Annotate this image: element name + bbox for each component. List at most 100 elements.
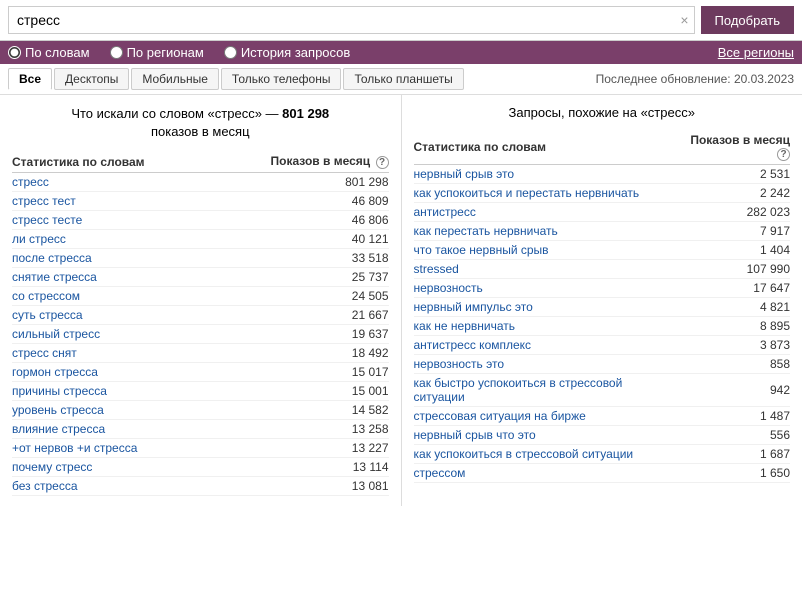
keyword-link[interactable]: гормон стресса (12, 365, 98, 379)
shows-cell: 17 647 (673, 279, 790, 298)
nav-regions[interactable]: Все регионы (718, 45, 794, 60)
keyword-cell: стресс тесте (12, 210, 211, 229)
keyword-cell: как успокоиться и перестать нервничать (414, 184, 674, 203)
shows-cell: 13 227 (211, 438, 388, 457)
keyword-link[interactable]: как успокоиться и перестать нервничать (414, 186, 640, 200)
shows-cell: 858 (673, 355, 790, 374)
search-bar: × Подобрать (0, 0, 802, 41)
keyword-cell: антистресс комплекс (414, 336, 674, 355)
table-row: нервный срыв что это 556 (414, 426, 791, 445)
keyword-link[interactable]: нервный срыв это (414, 167, 515, 181)
keyword-link[interactable]: стресс тест (12, 194, 76, 208)
table-row: что такое нервный срыв 1 404 (414, 241, 791, 260)
update-date: Последнее обновление: 20.03.2023 (596, 72, 794, 86)
keyword-cell: почему стресс (12, 457, 211, 476)
keyword-link[interactable]: нервный срыв что это (414, 428, 536, 442)
filter-row: Все Десктопы Мобильные Только телефоны Т… (0, 64, 802, 95)
shows-cell: 24 505 (211, 286, 388, 305)
left-help-icon[interactable]: ? (376, 156, 389, 169)
right-col-keyword: Статистика по словам (414, 130, 674, 165)
left-panel-title: Что искали со словом «стресс» — 801 298 … (12, 105, 389, 141)
nav-history[interactable]: История запросов (224, 45, 351, 60)
right-help-icon[interactable]: ? (777, 148, 790, 161)
shows-cell: 21 667 (211, 305, 388, 324)
keyword-link[interactable]: причины стресса (12, 384, 107, 398)
table-row: почему стресс13 114 (12, 457, 389, 476)
right-panel-title: Запросы, похожие на «стресс» (414, 105, 791, 120)
shows-cell: 19 637 (211, 324, 388, 343)
left-title-prefix: Что искали со словом «стресс» — (71, 106, 278, 121)
table-row: нервозность 17 647 (414, 279, 791, 298)
table-row: стресс снят 18 492 (12, 343, 389, 362)
keyword-link[interactable]: нервозность (414, 281, 483, 295)
keyword-link[interactable]: как перестать нервничать (414, 224, 558, 238)
nav-by-regions[interactable]: По регионам (110, 45, 204, 60)
keyword-link[interactable]: сильный стресс (12, 327, 100, 341)
shows-cell: 556 (673, 426, 790, 445)
keyword-link[interactable]: как успокоиться в стрессовой ситуации (414, 447, 634, 461)
keyword-cell: ли стресс (12, 229, 211, 248)
left-col-shows: Показов в месяц ? (211, 151, 388, 172)
shows-cell: 18 492 (211, 343, 388, 362)
shows-cell: 1 404 (673, 241, 790, 260)
keyword-link[interactable]: влияние стресса (12, 422, 105, 436)
table-row: нервозность это 858 (414, 355, 791, 374)
keyword-link[interactable]: нервозность это (414, 357, 505, 371)
clear-icon[interactable]: × (680, 12, 688, 28)
keyword-link[interactable]: stressed (414, 262, 459, 276)
keyword-link[interactable]: без стресса (12, 479, 78, 493)
keyword-link[interactable]: антистресс комплекс (414, 338, 532, 352)
table-row: как не нервничать8 895 (414, 317, 791, 336)
keyword-cell: нервный импульс это (414, 298, 674, 317)
tab-mobile[interactable]: Мобильные (131, 68, 219, 90)
shows-cell: 13 081 (211, 476, 388, 495)
table-row: суть стресса 21 667 (12, 305, 389, 324)
left-title-suffix: показов в месяц (151, 124, 250, 139)
right-panel: Запросы, похожие на «стресс» Статистика … (402, 95, 802, 506)
keyword-link[interactable]: нервный импульс это (414, 300, 533, 314)
keyword-link[interactable]: после стресса (12, 251, 92, 265)
shows-cell: 2 531 (673, 165, 790, 184)
keyword-link[interactable]: стресс (12, 175, 49, 189)
keyword-cell: стресс тест (12, 191, 211, 210)
tab-tablets-only[interactable]: Только планшеты (343, 68, 463, 90)
tab-desktops[interactable]: Десктопы (54, 68, 129, 90)
table-row: стресс 801 298 (12, 172, 389, 191)
shows-cell: 15 017 (211, 362, 388, 381)
table-row: как быстро успокоиться в стрессовой ситу… (414, 374, 791, 407)
shows-cell: 801 298 (211, 172, 388, 191)
keyword-link[interactable]: стресс снят (12, 346, 77, 360)
keyword-cell: как не нервничать (414, 317, 674, 336)
table-row: антистресс 282 023 (414, 203, 791, 222)
table-row: stressed107 990 (414, 260, 791, 279)
keyword-cell: без стресса (12, 476, 211, 495)
table-row: +от нервов +и стресса 13 227 (12, 438, 389, 457)
keyword-link[interactable]: снятие стресса (12, 270, 97, 284)
keyword-cell: нервозность это (414, 355, 674, 374)
keyword-link[interactable]: как быстро успокоиться в стрессовой ситу… (414, 376, 623, 404)
shows-cell: 282 023 (673, 203, 790, 222)
nav-by-words[interactable]: По словам (8, 45, 90, 60)
table-row: стрессовая ситуация на бирже1 487 (414, 407, 791, 426)
shows-cell: 13 258 (211, 419, 388, 438)
keyword-link[interactable]: что такое нервный срыв (414, 243, 549, 257)
table-row: сильный стресс 19 637 (12, 324, 389, 343)
tab-phones-only[interactable]: Только телефоны (221, 68, 342, 90)
keyword-link[interactable]: уровень стресса (12, 403, 104, 417)
keyword-link[interactable]: суть стресса (12, 308, 83, 322)
keyword-link[interactable]: ли стресс (12, 232, 66, 246)
keyword-link[interactable]: +от нервов +и стресса (12, 441, 137, 455)
search-button[interactable]: Подобрать (701, 6, 794, 34)
keyword-link[interactable]: со стрессом (12, 289, 80, 303)
keyword-cell: стрессом (414, 464, 674, 483)
keyword-link[interactable]: стрессом (414, 466, 466, 480)
keyword-link[interactable]: как не нервничать (414, 319, 516, 333)
keyword-link[interactable]: почему стресс (12, 460, 92, 474)
nav-row: По словам По регионам История запросов В… (0, 41, 802, 64)
search-input[interactable] (8, 6, 695, 34)
keyword-link[interactable]: стресс тесте (12, 213, 82, 227)
tab-all[interactable]: Все (8, 68, 52, 90)
keyword-link[interactable]: стрессовая ситуация на бирже (414, 409, 586, 423)
shows-cell: 15 001 (211, 381, 388, 400)
keyword-link[interactable]: антистресс (414, 205, 476, 219)
